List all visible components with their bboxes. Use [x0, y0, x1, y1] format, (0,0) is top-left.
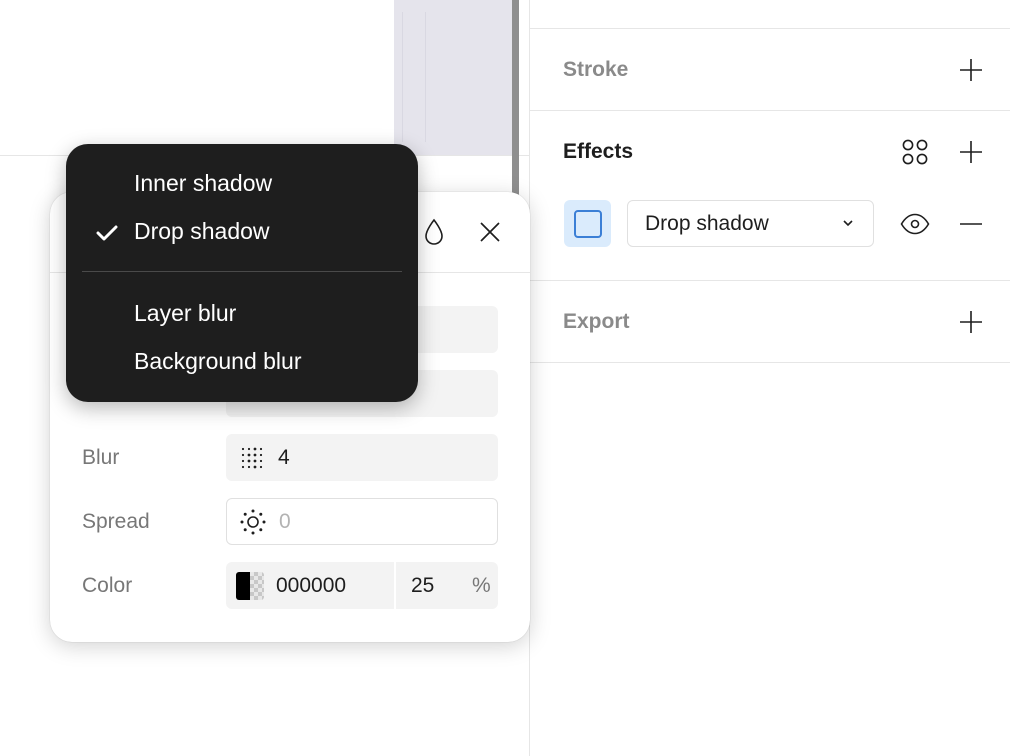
plus-icon — [960, 59, 982, 81]
close-icon — [480, 222, 500, 242]
color-opacity-value[interactable]: 25 — [411, 574, 434, 598]
color-label: Color — [82, 574, 133, 597]
blur-value: 4 — [278, 445, 290, 469]
spread-icon — [227, 498, 279, 545]
blur-icon — [226, 434, 278, 481]
stroke-section-title: Stroke — [563, 58, 629, 81]
styles-grid-icon — [902, 139, 928, 165]
spread-field[interactable]: 0 — [226, 498, 498, 545]
canvas-scrollbar[interactable] — [512, 0, 519, 200]
opacity-unit: % — [472, 574, 491, 597]
toggle-effect-visibility-button[interactable] — [899, 208, 931, 240]
minus-icon — [960, 223, 982, 225]
effect-swatch-icon — [573, 209, 602, 238]
add-stroke-button[interactable] — [955, 54, 987, 86]
export-section-title: Export — [563, 310, 630, 333]
section-divider — [530, 28, 1010, 29]
close-popover-button[interactable] — [474, 216, 506, 248]
effect-style-button[interactable] — [418, 216, 450, 248]
menu-item-layer-blur[interactable]: Layer blur — [134, 300, 236, 327]
menu-divider — [82, 271, 402, 272]
color-hex-value[interactable]: 000000 — [276, 574, 346, 598]
color-field[interactable]: 000000 25 % — [226, 562, 498, 609]
effect-type-select[interactable]: Drop shadow — [627, 200, 874, 247]
menu-item-inner-shadow[interactable]: Inner shadow — [134, 170, 272, 197]
blur-field[interactable]: 4 — [226, 434, 498, 481]
effect-settings-button[interactable] — [564, 200, 611, 247]
color-swatch[interactable] — [236, 572, 264, 600]
add-export-button[interactable] — [955, 306, 987, 338]
frame-guide — [402, 12, 426, 142]
add-effect-button[interactable] — [955, 136, 987, 168]
frame-preview[interactable] — [394, 0, 519, 155]
plus-icon — [960, 311, 982, 333]
section-divider — [530, 110, 1010, 111]
menu-item-background-blur[interactable]: Background blur — [134, 348, 302, 375]
drop-icon — [425, 218, 443, 245]
effect-type-value: Drop shadow — [645, 211, 769, 235]
menu-item-drop-shadow[interactable]: Drop shadow — [134, 218, 270, 245]
spread-value: 0 — [279, 509, 291, 533]
effect-type-menu: Inner shadow Drop shadow Layer blur Back… — [66, 144, 418, 402]
checkmark-icon — [96, 225, 118, 241]
chevron-down-icon — [843, 220, 853, 227]
section-divider — [530, 280, 1010, 281]
section-divider — [530, 362, 1010, 363]
properties-panel: Stroke Effects Drop shadow Export — [529, 0, 1010, 756]
color-field-separator — [394, 562, 396, 609]
blur-label: Blur — [82, 446, 120, 469]
effects-section-title: Effects — [563, 140, 634, 163]
remove-effect-button[interactable] — [955, 208, 987, 240]
spread-label: Spread — [82, 510, 150, 533]
eye-icon — [900, 213, 930, 235]
plus-icon — [960, 141, 982, 163]
effect-styles-button[interactable] — [899, 136, 931, 168]
